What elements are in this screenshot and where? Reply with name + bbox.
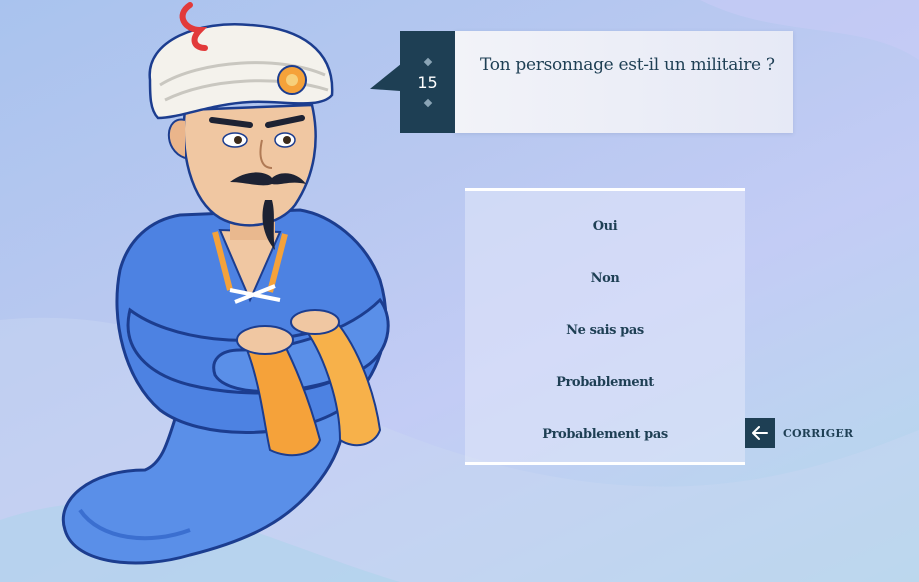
question-bubble: 15 Ton personnage est-il un militaire ? [370,31,793,133]
answer-ne-sais-pas[interactable]: Ne sais pas [465,310,745,350]
diamond-icon [423,57,432,66]
corriger-button[interactable]: CORRIGER [745,418,853,448]
arrow-left-icon[interactable] [745,418,775,448]
question-pointer [370,63,402,103]
answer-oui[interactable]: Oui [465,206,745,246]
question-number: 15 [417,72,438,92]
corriger-label[interactable]: CORRIGER [783,427,853,440]
genie-illustration [61,2,390,565]
diamond-icon [423,98,432,107]
question-number-box: 15 [400,31,455,133]
question-box: Ton personnage est-il un militaire ? [455,31,793,133]
question-text: Ton personnage est-il un militaire ? [480,55,775,75]
answer-non[interactable]: Non [465,258,745,298]
answer-probablement-pas[interactable]: Probablement pas [465,414,745,454]
answers-panel: Oui Non Ne sais pas Probablement Probabl… [465,188,745,465]
answer-probablement[interactable]: Probablement [465,362,745,402]
